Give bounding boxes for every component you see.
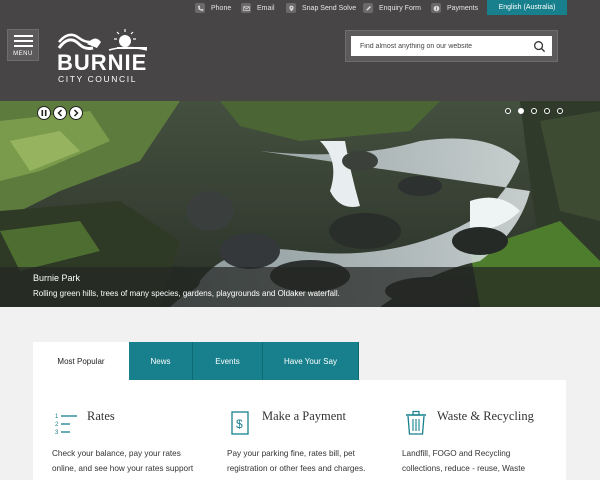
quick-links-section: Most Popular News Events Have Your Say 1…	[0, 307, 600, 480]
slide-dot-3[interactable]	[531, 108, 537, 114]
site-header: MENU BURNIE CITY COUNCIL	[0, 16, 600, 101]
email-link[interactable]: Email	[241, 0, 275, 16]
snap-send-solve-link[interactable]: Snap Send Solve	[286, 0, 356, 16]
envelope-icon	[241, 3, 251, 13]
phone-label: Phone	[211, 4, 232, 12]
card-title-rates[interactable]: Rates	[87, 409, 115, 424]
logo-subtitle: CITY COUNCIL	[58, 74, 138, 84]
utility-bar: Phone Email Snap Send Solve Enquiry Form…	[0, 0, 600, 16]
pause-icon	[41, 110, 47, 116]
search-box	[351, 36, 552, 56]
card-title-payment[interactable]: Make a Payment	[262, 409, 346, 424]
list-icon: 1 2 3	[55, 414, 77, 435]
pencil-icon	[363, 3, 373, 13]
tab-news[interactable]: News	[129, 342, 193, 380]
enquiry-label: Enquiry Form	[379, 4, 422, 12]
tab-most-popular[interactable]: Most Popular	[33, 342, 129, 380]
slide-dot-5[interactable]	[557, 108, 563, 114]
hamburger-bar	[13, 39, 33, 42]
phone-icon	[195, 3, 205, 13]
next-slide-button[interactable]	[69, 106, 83, 120]
slide-dot-4[interactable]	[544, 108, 550, 114]
svg-text:$: $	[236, 417, 243, 431]
hero-caption: Burnie Park Rolling green hills, trees o…	[0, 267, 600, 307]
svg-text:1: 1	[55, 414, 59, 420]
tab-have-your-say[interactable]: Have Your Say	[263, 342, 359, 380]
hamburger-icon	[13, 34, 33, 37]
tab-panel: 1 2 3 Rates Check your balance, pay your r…	[33, 380, 566, 480]
tab-events[interactable]: Events	[193, 342, 263, 380]
bin-icon	[406, 410, 426, 435]
search-icon[interactable]	[533, 40, 546, 53]
hero-description: Rolling green hills, trees of many speci…	[33, 289, 340, 298]
chevron-right-icon	[73, 109, 79, 117]
menu-label: MENU	[13, 51, 33, 57]
previous-slide-button[interactable]	[53, 106, 67, 120]
tab-bar: Most Popular News Events Have Your Say	[33, 342, 359, 380]
svg-text:3: 3	[55, 430, 59, 435]
card-title-waste[interactable]: Waste & Recycling	[437, 409, 534, 424]
hero-slider: Burnie Park Rolling green hills, trees o…	[0, 101, 600, 307]
card-text-payment: Pay your parking fine, rates bill, pet r…	[227, 449, 366, 473]
snap-label: Snap Send Solve	[302, 4, 357, 12]
payments-label: Payments	[447, 4, 479, 12]
card-text-waste: Landfill, FOGO and Recycling collections…	[402, 449, 526, 480]
dollar-document-icon: $	[231, 411, 249, 435]
hamburger-bar	[13, 44, 33, 47]
card-text-rates: Check your balance, pay your rates onlin…	[52, 449, 194, 480]
chevron-left-icon	[57, 109, 63, 117]
enquiry-form-link[interactable]: Enquiry Form	[363, 0, 421, 16]
phone-link[interactable]: Phone	[195, 0, 231, 16]
slide-dot-1[interactable]	[505, 108, 511, 114]
email-label: Email	[257, 4, 275, 12]
pause-button[interactable]	[37, 106, 51, 120]
map-pin-icon	[286, 3, 296, 13]
search-container	[345, 30, 558, 62]
svg-text:2: 2	[55, 422, 59, 428]
menu-button[interactable]: MENU	[7, 29, 39, 61]
hero-title: Burnie Park	[33, 273, 81, 283]
payments-link[interactable]: Payments	[431, 0, 478, 16]
info-icon	[431, 3, 441, 13]
language-selector[interactable]: English (Australia)	[487, 0, 567, 15]
logo-title: BURNIE	[57, 50, 148, 75]
search-input[interactable]	[360, 42, 533, 50]
slide-dot-2[interactable]	[518, 108, 524, 114]
